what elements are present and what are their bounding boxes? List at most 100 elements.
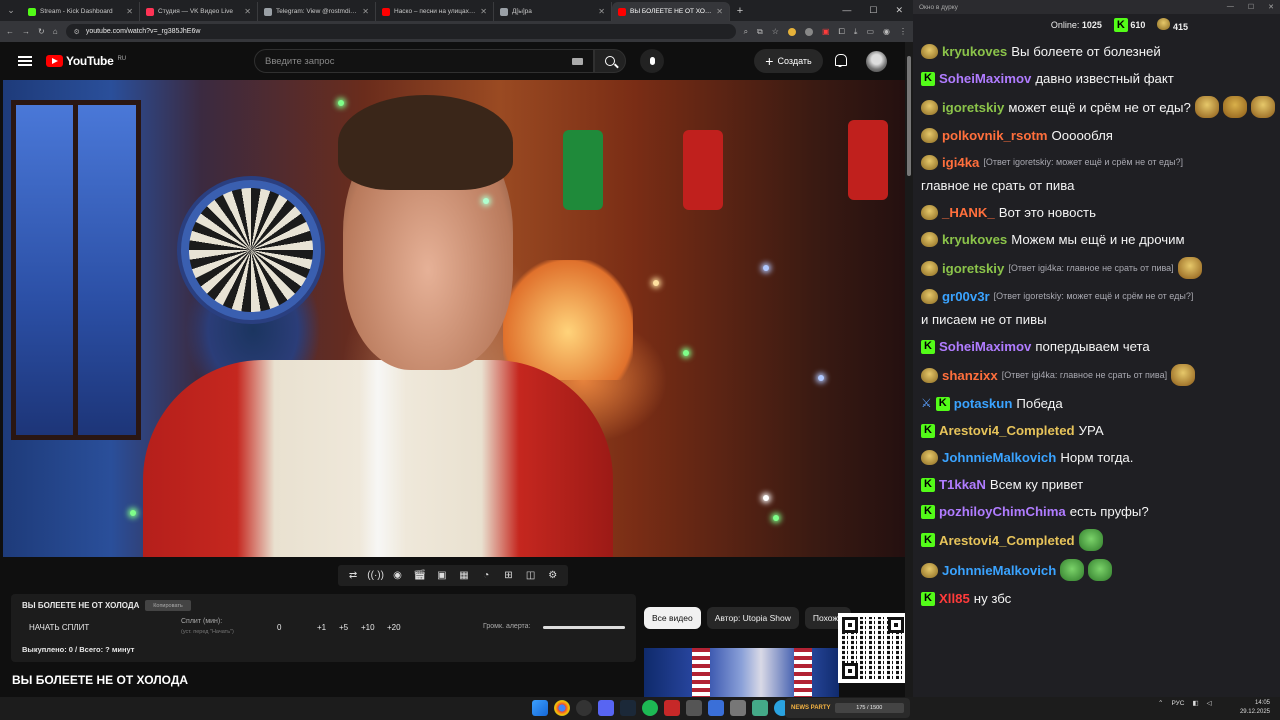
loop-icon[interactable]: ⇄: [345, 570, 361, 581]
spotify-icon[interactable]: [642, 700, 658, 716]
network-icon[interactable]: ◧: [1192, 699, 1198, 707]
chat-username[interactable]: igi4ka: [942, 153, 979, 172]
close-icon[interactable]: ✕: [244, 7, 251, 16]
chat-message[interactable]: shanzixx [Ответ igi4ka: главное не срать …: [921, 360, 1280, 390]
chat-username[interactable]: SoheiMaximov: [939, 337, 1031, 356]
close-icon[interactable]: ✕: [362, 7, 369, 16]
chat-message[interactable]: K T1kkaN Всем ку привет: [921, 471, 1280, 498]
picture-in-picture-icon[interactable]: ▣: [434, 570, 450, 581]
extension-icon[interactable]: [804, 27, 813, 36]
zoom-icon[interactable]: ⌕: [744, 27, 748, 37]
bookmark-star-icon[interactable]: ☆: [772, 27, 779, 36]
chat-message[interactable]: kryukoves Можем мы ещё и не дрочим: [921, 226, 1280, 253]
site-info-icon[interactable]: ⚙: [74, 28, 80, 36]
chat-message[interactable]: igoretskiy [Ответ igi4ka: главное не срат…: [921, 253, 1280, 283]
chat-message[interactable]: igoretskiy может ещё и срём не от еды?: [921, 92, 1280, 122]
obs-icon[interactable]: [576, 700, 592, 716]
related-video-thumbnail[interactable]: [644, 648, 839, 697]
app-icon[interactable]: [664, 700, 680, 716]
browser-tab[interactable]: Наско – песни на улицах, арс...✕: [376, 2, 494, 21]
add-5-button[interactable]: +5: [339, 623, 348, 632]
volume-icon[interactable]: ◁: [1207, 699, 1212, 707]
notifications-bell-icon[interactable]: [834, 54, 847, 67]
browser-tab[interactable]: Студия — VK Видео Live ✕: [140, 2, 258, 21]
app-icon[interactable]: [752, 700, 768, 716]
copy-button[interactable]: Копировать: [145, 600, 191, 611]
url-field[interactable]: ⚙ youtube.com/watch?v=_rg385JhE6w: [65, 24, 736, 39]
add-1-button[interactable]: +1: [317, 623, 326, 632]
youtube-logo[interactable]: YouTube RU: [46, 54, 126, 68]
start-split-button[interactable]: НАЧАТЬ СПЛИТ: [29, 623, 89, 632]
chat-message[interactable]: JohnnieMalkovich Норм тогда.: [921, 444, 1280, 471]
browser-tab[interactable]: Stream - Kick Dashboard ✕: [22, 2, 140, 21]
settings-gear-icon[interactable]: ⚙: [545, 570, 561, 581]
chat-username[interactable]: _HANK_: [942, 203, 995, 222]
close-icon[interactable]: ✕: [895, 5, 903, 16]
extensions-puzzle-icon[interactable]: ⧠: [839, 27, 845, 37]
minimize-icon[interactable]: —: [1227, 3, 1234, 11]
chat-username[interactable]: JohnnieMalkovich: [942, 448, 1056, 467]
app-icon[interactable]: [686, 700, 702, 716]
reload-icon[interactable]: ↻: [38, 27, 45, 36]
browser-tab[interactable]: Telegram: View @rostmdivision ✕: [258, 2, 376, 21]
chat-username[interactable]: Xll85: [939, 589, 970, 608]
avatar[interactable]: [866, 51, 887, 72]
add-20-button[interactable]: +20: [387, 623, 401, 632]
chat-username[interactable]: Arestovi4_Completed: [939, 531, 1075, 550]
sidebar-icon[interactable]: ▭: [866, 27, 874, 36]
create-button[interactable]: + Создать: [754, 49, 823, 73]
tray-chevron-icon[interactable]: ⌃: [1158, 699, 1163, 707]
watch-icon[interactable]: ◉: [389, 570, 405, 581]
clapper-icon[interactable]: 🎬︎: [412, 570, 428, 581]
search-button[interactable]: [594, 49, 626, 73]
keyboard-icon[interactable]: [572, 57, 583, 65]
chat-message-list[interactable]: kryukoves Вы болеете от болезней K SoheiMax…: [921, 38, 1280, 612]
new-tab-button[interactable]: +: [730, 5, 750, 17]
chat-message[interactable]: igi4ka [Ответ igoretskiy: может ещё и срё…: [921, 149, 1280, 199]
menu-dots-icon[interactable]: ⋮: [899, 27, 907, 36]
language-indicator[interactable]: РУС: [1171, 700, 1184, 707]
chat-message[interactable]: _HANK_ Вот это новость: [921, 199, 1280, 226]
chat-message[interactable]: gr00v3r [Ответ igoretskiy: может ещё и ср…: [921, 283, 1280, 333]
chat-username[interactable]: igoretskiy: [942, 259, 1004, 278]
chat-username[interactable]: kryukoves: [942, 230, 1007, 249]
broadcast-icon[interactable]: ((·)): [367, 570, 384, 581]
maximize-icon[interactable]: ☐: [1248, 3, 1254, 11]
windows-start-icon[interactable]: [532, 700, 548, 716]
chat-username[interactable]: SoheiMaximov: [939, 69, 1031, 88]
screenshot-icon[interactable]: ◫: [523, 570, 539, 581]
chat-message[interactable]: polkovnik_rsotm Оооообля: [921, 122, 1280, 149]
close-icon[interactable]: ✕: [598, 7, 605, 16]
chat-message[interactable]: K SoheiMaximov давно известный факт: [921, 65, 1280, 92]
close-icon[interactable]: ✕: [1268, 3, 1274, 11]
chat-message[interactable]: K SoheiMaximov попердываем чета: [921, 333, 1280, 360]
app-icon[interactable]: [730, 700, 746, 716]
chat-message[interactable]: K Xll85 ну збс: [921, 585, 1280, 612]
add-screen-icon[interactable]: ⊞: [500, 570, 516, 581]
chip-author[interactable]: Автор: Utopia Show: [706, 607, 799, 629]
forward-icon[interactable]: →: [22, 27, 30, 36]
video-player[interactable]: [3, 80, 905, 557]
minimize-icon[interactable]: —: [842, 5, 851, 16]
discord-icon[interactable]: [598, 700, 614, 716]
news-party-widget[interactable]: NEWS PARTY 175 / 1500: [785, 698, 910, 718]
app-icon[interactable]: [708, 700, 724, 716]
close-icon[interactable]: ✕: [126, 7, 133, 16]
tab-search-icon[interactable]: ⌄: [0, 0, 22, 21]
close-icon[interactable]: ✕: [480, 7, 487, 16]
home-icon[interactable]: ⌂: [53, 27, 58, 36]
install-icon[interactable]: ⧉: [757, 27, 763, 37]
page-scrollbar[interactable]: [905, 42, 913, 697]
search-input[interactable]: [265, 55, 572, 67]
chat-username[interactable]: potaskun: [954, 394, 1013, 413]
chat-username[interactable]: igoretskiy: [942, 98, 1004, 117]
add-10-button[interactable]: +10: [361, 623, 375, 632]
chrome-icon[interactable]: [554, 700, 570, 716]
maximize-icon[interactable]: ☐: [869, 5, 877, 16]
chat-username[interactable]: kryukoves: [942, 42, 1007, 61]
hamburger-menu-icon[interactable]: [18, 56, 32, 66]
back-icon[interactable]: ←: [6, 27, 14, 36]
extension-icon[interactable]: [787, 27, 796, 36]
profile-icon[interactable]: ◉: [883, 27, 890, 36]
chat-message[interactable]: JohnnieMalkovich: [921, 555, 1280, 585]
